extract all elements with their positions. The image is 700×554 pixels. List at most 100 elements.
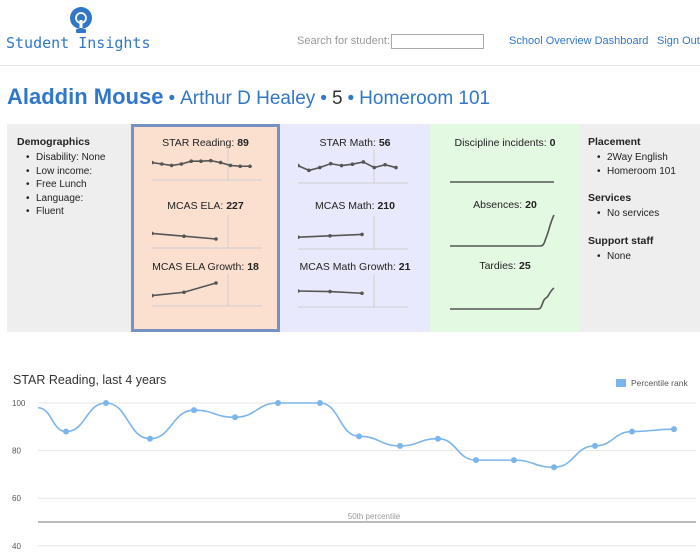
mcas-ela-growth-sparkline xyxy=(152,273,262,307)
data-point xyxy=(551,464,557,471)
demographics-item: Free Lunch xyxy=(17,178,131,192)
sparkline-point xyxy=(214,237,218,241)
services-heading: Services xyxy=(588,192,632,204)
tardies-sparkline xyxy=(450,287,555,310)
sparkline-point xyxy=(372,165,377,170)
support-staff-list: None xyxy=(588,250,700,264)
metric-label: MCAS Math Growth: xyxy=(299,261,396,273)
sparkline-point xyxy=(383,162,387,167)
data-point xyxy=(356,433,362,440)
sparkline-point xyxy=(218,160,223,165)
student-title: Aladdin Mouse • Arthur D Healey • 5 • Homeroom… xyxy=(7,84,490,114)
data-point xyxy=(397,442,403,449)
metric-label: Absences: xyxy=(473,199,523,211)
demographics-item: Fluent xyxy=(17,205,131,219)
demographics-item: Low income: xyxy=(17,165,131,179)
demographics-heading: Demographics xyxy=(17,136,90,148)
attendance-column[interactable]: Discipline incidents: 0 Absences: 20 Tar… xyxy=(430,124,580,332)
placement-column: Placement 2Way English Homeroom 101 Serv… xyxy=(580,124,700,332)
placement-list: 2Way English Homeroom 101 xyxy=(588,151,700,178)
separator-dot: • xyxy=(320,88,327,109)
sparkline-point xyxy=(394,165,398,170)
metric-value: 25 xyxy=(519,260,531,272)
metric-value: 18 xyxy=(247,261,259,273)
data-point xyxy=(191,407,197,414)
support-staff-item: None xyxy=(588,250,700,264)
sparkline-line xyxy=(450,214,555,247)
y-tick-label: 100 xyxy=(12,399,26,408)
sparkline-point xyxy=(214,281,218,285)
absences-sparkline xyxy=(450,214,555,247)
placement-item: Homeroom 101 xyxy=(588,165,700,179)
services-list: No services xyxy=(588,207,700,221)
chart-title: STAR Reading, last 4 years xyxy=(13,373,167,387)
sparkline-point xyxy=(179,162,184,166)
logo[interactable]: Student Insights xyxy=(6,6,166,52)
data-point xyxy=(147,435,153,442)
data-point xyxy=(435,435,441,442)
data-point xyxy=(63,428,69,435)
sparkline-point xyxy=(152,160,154,165)
chart-legend[interactable]: Percentile rank xyxy=(616,378,688,390)
data-point xyxy=(671,426,677,433)
demographics-list: Disability: None Low income: Free Lunch … xyxy=(17,151,131,219)
legend-label: Percentile rank xyxy=(631,378,688,388)
data-point xyxy=(592,442,598,449)
data-point xyxy=(275,400,281,406)
mcas-math-growth-sparkline xyxy=(298,274,408,308)
data-point xyxy=(103,400,109,406)
sparkline-line xyxy=(298,161,397,172)
y-tick-label: 40 xyxy=(12,542,21,551)
grade: 5 xyxy=(331,88,343,109)
navbar: Student Insights Search for student: Sch… xyxy=(0,0,700,66)
data-point xyxy=(317,400,323,406)
tardies-metric: Tardies: 25 xyxy=(430,260,580,272)
sparkline-point xyxy=(307,168,311,173)
placement-item: 2Way English xyxy=(588,151,700,165)
sparkline-point xyxy=(350,162,355,166)
y-tick-label: 60 xyxy=(12,494,21,503)
star-math-sparkline xyxy=(298,150,408,184)
sparkline-point xyxy=(238,164,242,169)
school-link[interactable]: Arthur D Healey xyxy=(180,88,315,109)
demographics-item: Language: xyxy=(17,192,131,206)
search-input[interactable] xyxy=(391,34,484,49)
discipline-sparkline xyxy=(450,181,554,183)
sparkline-point xyxy=(339,163,344,168)
sparkline-point xyxy=(328,234,332,238)
data-point xyxy=(232,414,238,421)
student-name[interactable]: Aladdin Mouse xyxy=(7,84,163,109)
mcas-math-growth-metric: MCAS Math Growth: 21 xyxy=(280,261,430,273)
sign-out-link[interactable]: Sign Out xyxy=(657,35,700,47)
reading-column[interactable]: STAR Reading: 89 MCAS ELA: 227 MCAS ELA … xyxy=(131,124,280,332)
school-overview-link[interactable]: School Overview Dashboard xyxy=(509,35,648,47)
math-column[interactable]: STAR Math: 56 MCAS Math: 210 MCAS Math G… xyxy=(280,124,430,332)
sparkline-point xyxy=(360,232,364,237)
mcas-ela-metric: MCAS ELA: 227 xyxy=(134,200,277,212)
star-reading-chart: 100 80 60 40 50th percentile xyxy=(12,399,696,551)
sparkline-point xyxy=(189,159,193,163)
data-point xyxy=(511,457,517,464)
metric-value: 56 xyxy=(378,137,391,149)
reference-line-label: 50th percentile xyxy=(348,512,401,521)
sparkline-point xyxy=(328,289,332,294)
support-staff-heading: Support staff xyxy=(588,234,654,247)
absences-metric: Absences: 20 xyxy=(430,199,580,211)
star-math-metric: STAR Math: 56 xyxy=(280,137,430,149)
metric-label: Tardies: xyxy=(479,260,517,272)
metric-value: 21 xyxy=(398,261,411,273)
separator-dot: • xyxy=(347,88,355,109)
metric-label: Discipline incidents: xyxy=(454,137,547,149)
mcas-math-metric: MCAS Math: 210 xyxy=(280,200,430,212)
sparkline-point xyxy=(160,162,164,166)
sparkline-point xyxy=(328,161,333,166)
sparkline-point xyxy=(199,159,203,163)
demographics-item: Disability: None xyxy=(17,151,131,165)
homeroom-link[interactable]: Homeroom 101 xyxy=(359,88,490,109)
metric-value: 0 xyxy=(549,137,556,149)
metric-value: 227 xyxy=(226,200,244,212)
sparkline-point xyxy=(182,234,186,238)
services-item: No services xyxy=(588,207,700,221)
data-point xyxy=(629,428,635,435)
metric-label: MCAS ELA Growth: xyxy=(152,261,245,273)
